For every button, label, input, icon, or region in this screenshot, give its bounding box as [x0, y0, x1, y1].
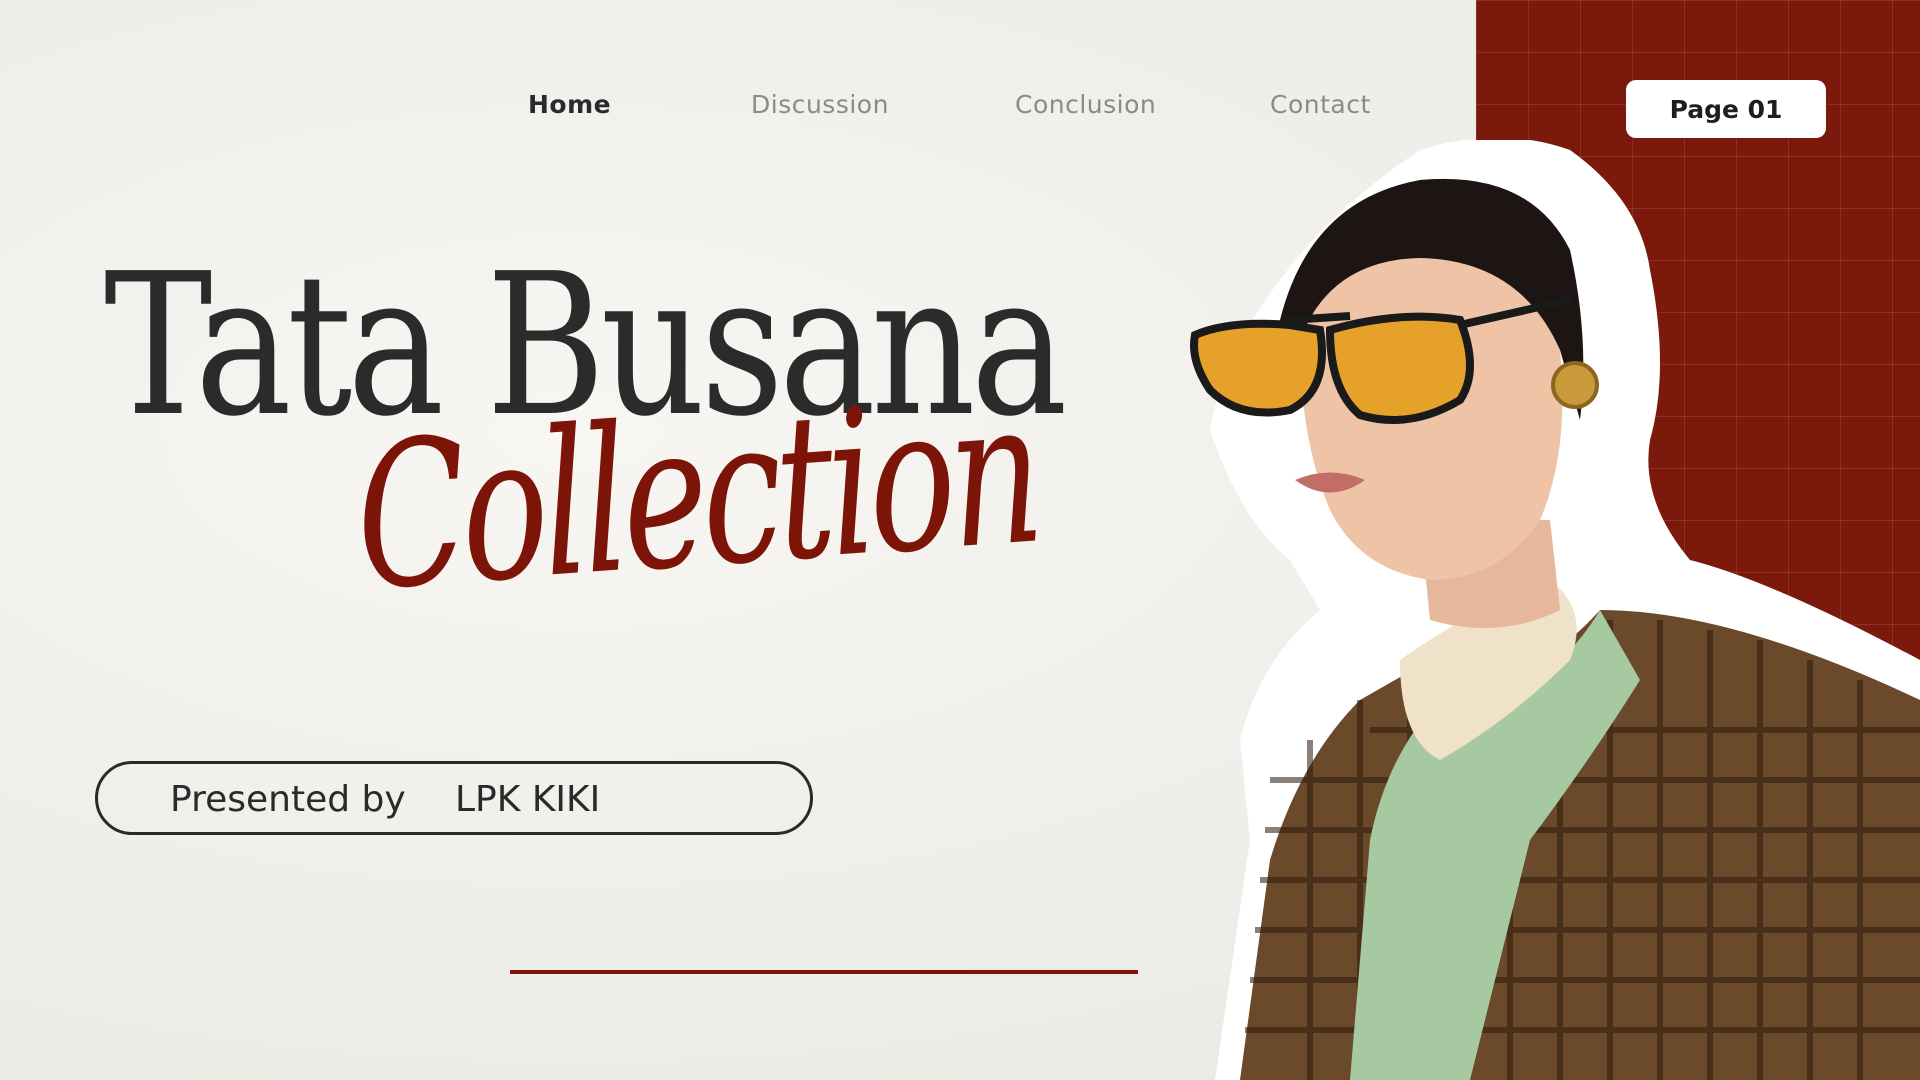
model-photo — [1190, 140, 1920, 1080]
slide-script-subtitle: Collection — [348, 355, 1045, 636]
slide: Home Discussion Conclusion Contact Page … — [0, 0, 1920, 1080]
nav-contact-link[interactable]: Contact — [1270, 90, 1371, 119]
accent-divider — [510, 970, 1138, 974]
gold-earring — [1551, 361, 1599, 409]
presenter-name: LPK KIKI — [455, 779, 601, 820]
page-number-badge[interactable]: Page 01 — [1626, 80, 1826, 138]
presenter-pill: Presented by LPK KIKI — [95, 761, 813, 835]
presenter-label: Presented by — [170, 779, 406, 820]
nav-discussion-link[interactable]: Discussion — [751, 90, 889, 119]
nav-home-link[interactable]: Home — [528, 90, 611, 119]
top-navigation: Home Discussion Conclusion Contact — [0, 90, 1476, 126]
nav-conclusion-link[interactable]: Conclusion — [1015, 90, 1156, 119]
